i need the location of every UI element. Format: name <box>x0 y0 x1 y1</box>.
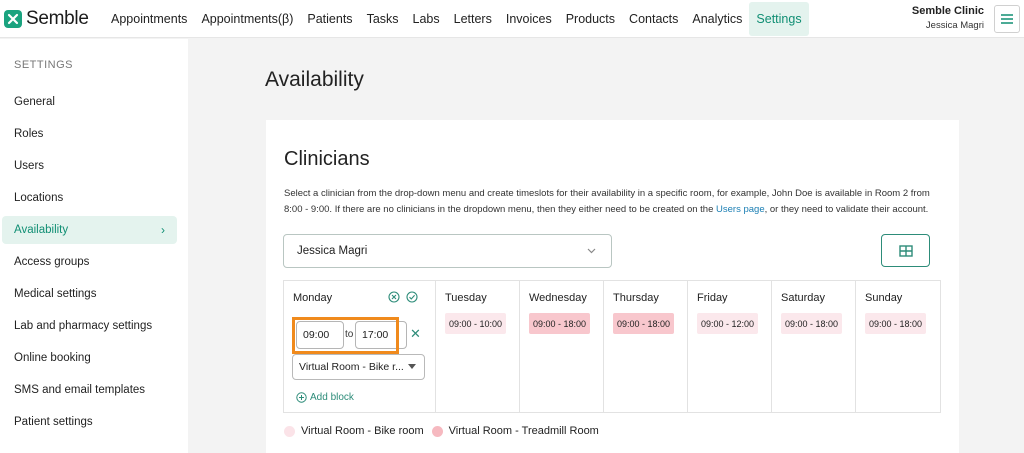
hamburger-icon <box>1001 14 1013 24</box>
day-name: Friday <box>697 292 728 304</box>
room-legend: Virtual Room - Bike room Virtual Room - … <box>284 425 607 437</box>
nav-appointments[interactable]: Appointments <box>104 2 194 36</box>
semble-logo-icon <box>4 9 22 28</box>
chevron-right-icon: › <box>161 223 165 237</box>
sidebar-item-lab-pharmacy[interactable]: Lab and pharmacy settings <box>2 312 177 340</box>
plus-circle-icon <box>296 392 307 403</box>
sidebar-item-label: Roles <box>14 128 44 140</box>
sidebar-item-label: Availability <box>14 224 69 236</box>
clinician-select-value: Jessica Magri <box>297 245 368 257</box>
clinicians-card: Clinicians Select a clinician from the d… <box>266 120 959 453</box>
chevron-down-icon <box>587 248 596 254</box>
nav-tasks[interactable]: Tasks <box>360 2 406 36</box>
section-title: Clinicians <box>284 148 370 170</box>
sidebar-item-label: Online booking <box>14 352 91 364</box>
nav-patients[interactable]: Patients <box>300 2 359 36</box>
remove-timeslot-icon[interactable]: ✕ <box>410 326 421 342</box>
nav-letters[interactable]: Letters <box>447 2 499 36</box>
nav-contacts[interactable]: Contacts <box>622 2 685 36</box>
timeslot-block[interactable]: 09:00 - 18:00 <box>781 313 843 334</box>
clinic-name: Semble Clinic <box>911 5 984 17</box>
main-nav: Appointments Appointments(β) Patients Ta… <box>104 0 809 37</box>
room-select[interactable]: Virtual Room - Bike r... <box>292 354 425 380</box>
nav-analytics[interactable]: Analytics <box>685 2 749 36</box>
sidebar-item-locations[interactable]: Locations <box>2 184 177 212</box>
nav-invoices[interactable]: Invoices <box>499 2 559 36</box>
menu-button[interactable] <box>994 5 1020 33</box>
weekly-availability-grid: Monday 09:00 to 17:00 ✕ Virtual Room - B… <box>283 280 941 413</box>
sidebar-item-general[interactable]: General <box>2 88 177 116</box>
sidebar-item-label: SMS and email templates <box>14 384 146 396</box>
day-name: Wednesday <box>529 292 587 304</box>
legend-swatch <box>284 425 295 437</box>
semble-logo[interactable]: Semble <box>4 8 104 30</box>
account-info[interactable]: Semble Clinic Jessica Magri <box>912 5 984 31</box>
users-page-link[interactable]: Users page <box>716 204 765 215</box>
grid-icon <box>898 244 913 257</box>
day-column-tuesday: Tuesday 09:00 - 10:00 <box>436 281 520 412</box>
sidebar-item-medical-settings[interactable]: Medical settings <box>2 280 177 308</box>
sidebar-item-patient-settings[interactable]: Patient settings <box>2 408 177 436</box>
legend-item: Virtual Room - Bike room <box>284 425 424 437</box>
day-column-monday: Monday 09:00 to 17:00 ✕ Virtual Room - B… <box>284 281 436 412</box>
day-column-wednesday: Wednesday 09:00 - 18:00 <box>520 281 604 412</box>
day-column-friday: Friday 09:00 - 12:00 <box>688 281 772 412</box>
user-name: Jessica Magri <box>925 20 984 31</box>
day-name: Tuesday <box>445 292 487 304</box>
timeslot-block[interactable]: 09:00 - 10:00 <box>445 313 507 334</box>
legend-item: Virtual Room - Treadmill Room <box>431 425 599 437</box>
day-name: Thursday <box>613 292 659 304</box>
sidebar-item-label: General <box>14 96 55 108</box>
add-block-button[interactable]: Add block <box>296 392 354 403</box>
add-block-label: Add block <box>310 392 354 403</box>
sidebar-heading: SETTINGS <box>14 59 74 71</box>
nav-settings[interactable]: Settings <box>749 1 809 36</box>
check-circle-icon[interactable] <box>406 291 418 303</box>
caret-down-icon <box>408 364 416 369</box>
section-description: Select a clinician from the drop-down me… <box>284 186 944 218</box>
page-title: Availability <box>265 68 364 91</box>
day-column-saturday: Saturday 09:00 - 18:00 <box>772 281 856 412</box>
sidebar-item-label: Locations <box>14 192 64 204</box>
legend-label: Virtual Room - Bike room <box>301 425 424 437</box>
day-name: Monday <box>293 292 333 304</box>
description-text-end: , or they need to validate their account… <box>764 204 929 215</box>
sidebar-item-access-groups[interactable]: Access groups <box>2 248 177 276</box>
day-name: Sunday <box>865 292 903 304</box>
sidebar-item-label: Patient settings <box>14 416 93 428</box>
app-name: Semble <box>26 7 89 29</box>
nav-appointments-beta[interactable]: Appointments(β) <box>194 2 300 36</box>
day-actions <box>388 291 418 303</box>
sidebar-item-roles[interactable]: Roles <box>2 120 177 148</box>
top-navigation-bar: Semble Appointments Appointments(β) Pati… <box>0 0 1024 38</box>
day-name: Saturday <box>781 292 826 304</box>
sidebar-item-label: Users <box>14 160 45 172</box>
sidebar-item-users[interactable]: Users <box>2 152 177 180</box>
timeslot-block[interactable]: 09:00 - 18:00 <box>529 313 591 334</box>
timeslot-block[interactable]: 09:00 - 18:00 <box>613 313 675 334</box>
settings-sidebar: SETTINGS General Roles Users Locations A… <box>0 39 188 453</box>
sidebar-item-availability[interactable]: Availability › <box>2 216 177 244</box>
legend-label: Virtual Room - Treadmill Room <box>448 425 599 437</box>
nav-products[interactable]: Products <box>559 2 622 36</box>
calendar-view-button[interactable] <box>881 234 930 267</box>
room-select-value: Virtual Room - Bike r... <box>299 361 404 373</box>
highlight-box <box>292 317 399 354</box>
timeslot-block[interactable]: 09:00 - 12:00 <box>697 313 759 334</box>
sidebar-item-label: Lab and pharmacy settings <box>14 320 153 332</box>
clear-circle-icon[interactable] <box>388 291 400 303</box>
sidebar-item-online-booking[interactable]: Online booking <box>2 344 177 372</box>
clinician-select[interactable]: Jessica Magri <box>283 234 612 268</box>
sidebar-item-label: Medical settings <box>14 288 97 300</box>
legend-swatch <box>431 425 443 437</box>
nav-labs[interactable]: Labs <box>406 2 447 36</box>
sidebar-item-sms-email-templates[interactable]: SMS and email templates <box>2 376 177 404</box>
sidebar-item-label: Access groups <box>14 256 90 268</box>
day-column-sunday: Sunday 09:00 - 18:00 <box>856 281 940 412</box>
day-column-thursday: Thursday 09:00 - 18:00 <box>604 281 688 412</box>
timeslot-block[interactable]: 09:00 - 18:00 <box>865 313 927 334</box>
